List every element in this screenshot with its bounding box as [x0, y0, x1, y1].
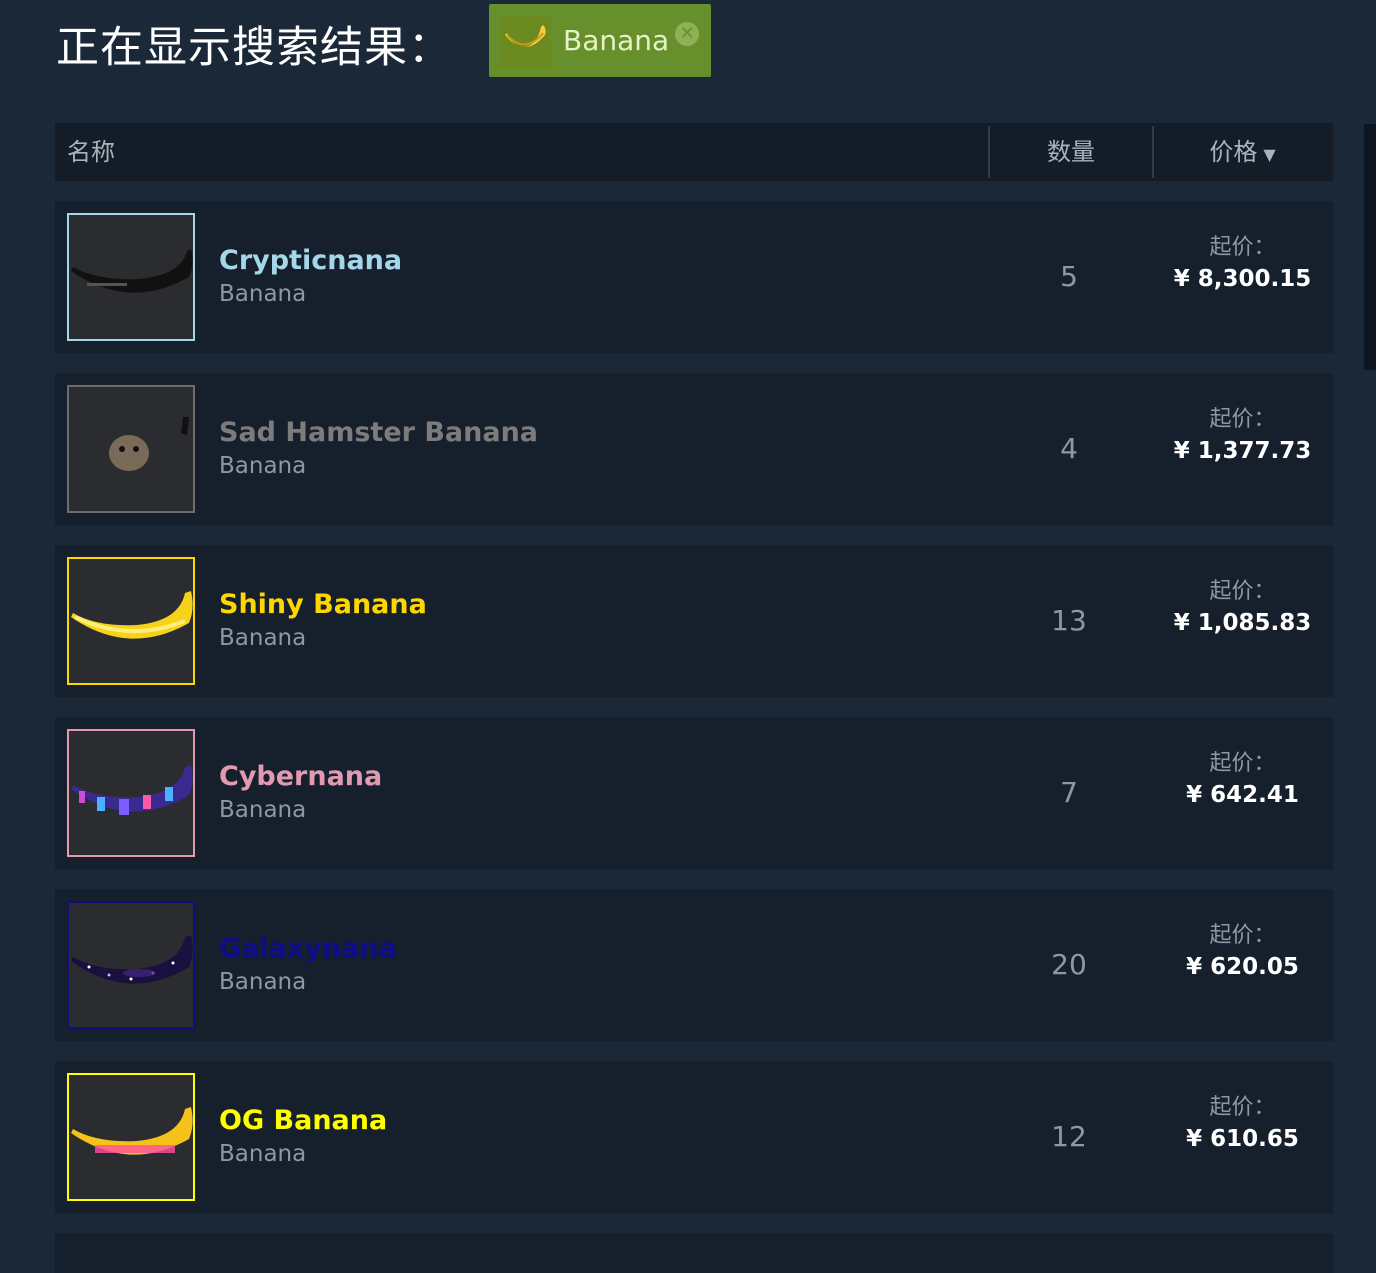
price-box: 起价： ¥ 1,085.83	[1152, 577, 1333, 639]
table-row[interactable]: OG Banana Banana 12 起价： ¥ 610.65	[55, 1061, 1333, 1213]
filter-label: Banana	[563, 24, 670, 57]
item-quantity: 5	[1060, 260, 1078, 293]
price-box: 起价： ¥ 8,300.15	[1152, 233, 1333, 295]
price-value: ¥ 642.41	[1186, 782, 1299, 808]
item-quantity: 13	[1051, 604, 1087, 637]
item-game: Banana	[219, 797, 307, 823]
item-game: Banana	[219, 625, 307, 651]
price-label: 起价：	[1209, 751, 1276, 776]
table-row[interactable]: Shiny Banana Banana 13 起价： ¥ 1,085.83	[55, 545, 1333, 697]
column-header-name[interactable]: 名称	[67, 123, 115, 181]
price-value: ¥ 1,085.83	[1173, 610, 1312, 636]
item-name[interactable]: Crypticnana	[219, 245, 402, 276]
table-row-partial[interactable]	[55, 1233, 1333, 1273]
item-thumbnail	[67, 729, 195, 857]
table-row[interactable]: Cybernana Banana 7 起价： ¥ 642.41	[55, 717, 1333, 869]
item-game: Banana	[219, 453, 307, 479]
item-thumbnail	[67, 213, 195, 341]
close-icon[interactable]: ✕	[675, 21, 700, 46]
item-thumbnail	[67, 901, 195, 1029]
item-name[interactable]: Sad Hamster Banana	[219, 417, 538, 448]
price-label: 起价：	[1209, 235, 1276, 260]
price-header-label: 价格	[1209, 138, 1258, 166]
dark-banana-icon	[71, 249, 193, 293]
price-box: 起价： ¥ 620.05	[1152, 921, 1333, 983]
item-quantity: 4	[1060, 432, 1078, 465]
price-label: 起价：	[1209, 579, 1276, 604]
item-game: Banana	[219, 969, 307, 995]
price-value: ¥ 8,300.15	[1173, 266, 1312, 292]
item-quantity: 7	[1060, 776, 1078, 809]
item-game: Banana	[219, 1141, 307, 1167]
price-box: 起价： ¥ 610.65	[1152, 1093, 1333, 1155]
price-label: 起价：	[1209, 923, 1276, 948]
scrollbar[interactable]	[1364, 124, 1376, 370]
cyber-banana-icon	[71, 765, 193, 815]
price-box: 起价： ¥ 642.41	[1152, 749, 1333, 811]
table-row[interactable]: Galaxynana Banana 20 起价： ¥ 620.05	[55, 889, 1333, 1041]
column-header-price[interactable]: 价格 ▼	[1152, 123, 1333, 181]
item-quantity: 12	[1051, 1120, 1087, 1153]
yellow-banana-icon	[71, 591, 193, 639]
results-header: 正在显示搜索结果：	[56, 12, 452, 76]
column-header-quantity[interactable]: 数量	[988, 126, 1154, 178]
price-box: 起价： ¥ 1,377.73	[1152, 405, 1333, 467]
item-name[interactable]: OG Banana	[219, 1105, 387, 1136]
price-value: ¥ 620.05	[1186, 954, 1299, 980]
table-header: 名称 数量 价格 ▼	[55, 123, 1333, 181]
og-banana-icon	[71, 1107, 193, 1155]
item-game: Banana	[219, 281, 307, 307]
item-thumbnail	[67, 385, 195, 513]
table-row[interactable]: Crypticnana Banana 5 起价： ¥ 8,300.15	[55, 201, 1333, 353]
price-value: ¥ 610.65	[1186, 1126, 1299, 1152]
price-label: 起价：	[1209, 1095, 1276, 1120]
table-row[interactable]: Sad Hamster Banana Banana 4 起价： ¥ 1,377.…	[55, 373, 1333, 525]
banana-icon	[499, 14, 551, 67]
item-thumbnail	[67, 557, 195, 685]
filter-tag-banana[interactable]: Banana ✕	[489, 4, 711, 77]
price-label: 起价：	[1209, 407, 1276, 432]
item-thumbnail	[67, 1073, 195, 1201]
hamster-icon	[109, 417, 189, 471]
page-title: 正在显示搜索结果：	[56, 23, 452, 73]
price-value: ¥ 1,377.73	[1173, 438, 1312, 464]
item-name[interactable]: Galaxynana	[219, 933, 397, 964]
item-name[interactable]: Shiny Banana	[219, 589, 427, 620]
sort-down-icon: ▼	[1263, 145, 1276, 164]
item-quantity: 20	[1051, 948, 1087, 981]
galaxy-banana-icon	[71, 935, 193, 984]
item-name[interactable]: Cybernana	[219, 761, 382, 792]
